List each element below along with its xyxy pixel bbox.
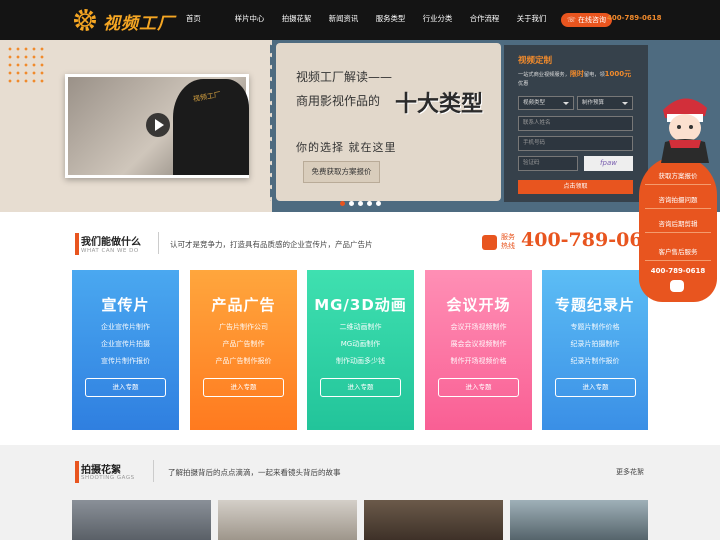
phone-icon bbox=[482, 235, 497, 250]
sidebar-item-quote[interactable]: 获取方案报价 bbox=[645, 168, 711, 185]
slider-dot[interactable] bbox=[358, 201, 363, 206]
captcha-image[interactable]: fpaw bbox=[584, 156, 633, 171]
logo-text[interactable]: 视频工厂 bbox=[103, 9, 175, 34]
sidebar-item-editing[interactable]: 咨询后期剪辑 bbox=[645, 216, 711, 233]
telephone-icon[interactable] bbox=[670, 280, 684, 292]
card-line[interactable]: 制作开场视频价格 bbox=[425, 356, 532, 366]
heading-divider bbox=[158, 232, 159, 254]
enter-topic-button[interactable]: 进入专题 bbox=[203, 378, 284, 397]
card-line[interactable]: 产品广告制作 bbox=[190, 339, 297, 349]
card-line[interactable]: 专题片制作价格 bbox=[542, 322, 648, 332]
shooting-photo[interactable] bbox=[72, 500, 211, 540]
service-card[interactable]: 专题纪录片专题片制作价格 纪录片拍摄制作 纪录片制作报价进入专题 bbox=[542, 270, 648, 430]
heading-divider bbox=[153, 460, 154, 482]
service-card[interactable]: MG/3D动画二维动画制作 MG动画制作 制作动画多少钱进入专题 bbox=[307, 270, 414, 430]
services-heading: 我们能做什么 bbox=[81, 237, 141, 248]
sidebar-item-shooting[interactable]: 咨询拍摄问题 bbox=[645, 192, 711, 209]
card-line[interactable]: 宣传片制作报价 bbox=[72, 356, 179, 366]
card-title: 会议开场 bbox=[446, 296, 511, 314]
card-line[interactable]: 纪录片制作报价 bbox=[542, 356, 648, 366]
top-nav: 视频工厂 首页 样片中心 拍摄花絮 新闻资讯 服务类型 行业分类 合作流程 关于… bbox=[0, 0, 720, 40]
shooting-photo[interactable] bbox=[510, 500, 648, 540]
card-line[interactable]: 二维动画制作 bbox=[307, 322, 414, 332]
slider-dot[interactable] bbox=[376, 201, 381, 206]
service-card[interactable]: 产品广告广告片制作公司 产品广告制作 产品广告制作报价进入专题 bbox=[190, 270, 297, 430]
video-thumbnail[interactable]: 视频工厂 bbox=[65, 74, 249, 178]
floating-sidebar: 获取方案报价 咨询拍摄问题 咨询后期剪辑 客户售后服务 400-789-0618 bbox=[636, 140, 720, 302]
card-line[interactable]: 纪录片拍摄制作 bbox=[542, 339, 648, 349]
shooting-heading-en: SHOOTING GAGS bbox=[81, 475, 135, 481]
service-card[interactable]: 宣传片企业宣传片制作 企业宣传片拍摄 宣传片制作报价进入专题 bbox=[72, 270, 179, 430]
slider-dot[interactable] bbox=[367, 201, 372, 206]
chat-icon: ☏ bbox=[567, 16, 578, 24]
decor-dots bbox=[6, 45, 46, 85]
nav-item-samples[interactable]: 样片中心 bbox=[226, 13, 273, 24]
banner-line1: 视频工厂解读—— bbox=[296, 70, 393, 84]
shooting-slogan: 了解拍摄背后的点点滴滴，一起来看镜头背后的故事 bbox=[168, 468, 341, 477]
card-title: 宣传片 bbox=[101, 296, 150, 314]
nav-item-about[interactable]: 关于我们 bbox=[508, 13, 555, 24]
sidebar-phone: 400-789-0618 bbox=[650, 267, 706, 275]
nav-item-home[interactable]: 首页 bbox=[186, 13, 226, 24]
card-line[interactable]: 企业宣传片制作 bbox=[72, 322, 179, 332]
enter-topic-button[interactable]: 进入专题 bbox=[438, 378, 519, 397]
enter-topic-button[interactable]: 进入专题 bbox=[320, 378, 401, 397]
card-line[interactable]: 产品广告制作报价 bbox=[190, 356, 297, 366]
contact-name-input[interactable]: 联系人姓名 bbox=[518, 116, 633, 131]
slider-dot[interactable] bbox=[349, 201, 354, 206]
card-line[interactable]: MG动画制作 bbox=[307, 339, 414, 349]
enter-topic-button[interactable]: 进入专题 bbox=[555, 378, 636, 397]
nav-item-behind-scenes[interactable]: 拍摄花絮 bbox=[273, 13, 320, 24]
online-consult-button[interactable]: ☏ 在线咨询 bbox=[561, 13, 612, 27]
card-line[interactable]: 制作动画多少钱 bbox=[307, 356, 414, 366]
services-slogan: 认可才是竞争力，打造具有品质感的企业宣传片，产品广告片 bbox=[170, 240, 373, 249]
nav-item-process[interactable]: 合作流程 bbox=[461, 13, 508, 24]
nav-item-industries[interactable]: 行业分类 bbox=[414, 13, 461, 24]
section-accent-bar bbox=[75, 233, 79, 255]
shooting-photo[interactable] bbox=[218, 500, 357, 540]
captcha-input[interactable]: 验证码 bbox=[518, 156, 578, 171]
free-quote-button[interactable]: 免费获取方案报价 bbox=[303, 161, 380, 183]
phone-input[interactable]: 手机号码 bbox=[518, 136, 633, 151]
nav-phone: 400-789-0618 bbox=[607, 14, 662, 22]
budget-select[interactable]: 制作预算 bbox=[577, 96, 633, 110]
card-line[interactable]: 展会会议视频制作 bbox=[425, 339, 532, 349]
card-line[interactable]: 广告片制作公司 bbox=[190, 322, 297, 332]
banner-line3: 你的选择 就在这里 bbox=[296, 141, 397, 154]
custom-video-form: 视频定制 一站式商业视频服务，限时留电，领1000元优惠 视频类型 制作预算 联… bbox=[504, 45, 648, 202]
sidebar-item-aftersales[interactable]: 客户售后服务 bbox=[645, 244, 711, 261]
service-card[interactable]: 会议开场会议开场视频制作 展会会议视频制作 制作开场视频价格进入专题 bbox=[425, 270, 532, 430]
banner-line2-big: 十大类型 bbox=[395, 92, 484, 117]
card-line[interactable]: 会议开场视频制作 bbox=[425, 322, 532, 332]
card-title: 产品广告 bbox=[211, 296, 276, 314]
card-line[interactable]: 企业宣传片拍摄 bbox=[72, 339, 179, 349]
video-type-select[interactable]: 视频类型 bbox=[518, 96, 574, 110]
play-icon[interactable] bbox=[146, 113, 170, 137]
hotline-label: 服务 热线 bbox=[501, 233, 515, 250]
mascot-icon bbox=[661, 98, 709, 163]
slider-dot[interactable] bbox=[340, 201, 345, 206]
card-title: 专题纪录片 bbox=[554, 296, 635, 314]
more-link[interactable]: 更多花絮 bbox=[616, 467, 644, 477]
enter-topic-button[interactable]: 进入专题 bbox=[85, 378, 166, 397]
section-accent-bar bbox=[75, 461, 79, 483]
slider-dots bbox=[340, 201, 385, 206]
claim-button[interactable]: 点击领取 bbox=[518, 180, 633, 194]
shooting-heading: 拍摄花絮 bbox=[81, 465, 121, 476]
services-heading-en: WHAT CAN WE DO bbox=[81, 248, 139, 254]
form-subtitle: 一站式商业视频服务，限时留电，领1000元优惠 bbox=[518, 70, 632, 87]
nav-item-news[interactable]: 新闻资讯 bbox=[320, 13, 367, 24]
gear-logo-icon[interactable] bbox=[73, 8, 97, 32]
nav-item-services[interactable]: 服务类型 bbox=[367, 13, 414, 24]
form-title: 视频定制 bbox=[518, 56, 553, 66]
card-title: MG/3D动画 bbox=[314, 296, 407, 314]
nav-links: 首页 样片中心 拍摄花絮 新闻资讯 服务类型 行业分类 合作流程 关于我们 bbox=[175, 13, 555, 24]
online-consult-label: 在线咨询 bbox=[577, 16, 606, 24]
banner-line2: 商用影视作品的 bbox=[296, 94, 381, 108]
shooting-photo[interactable] bbox=[364, 500, 503, 540]
